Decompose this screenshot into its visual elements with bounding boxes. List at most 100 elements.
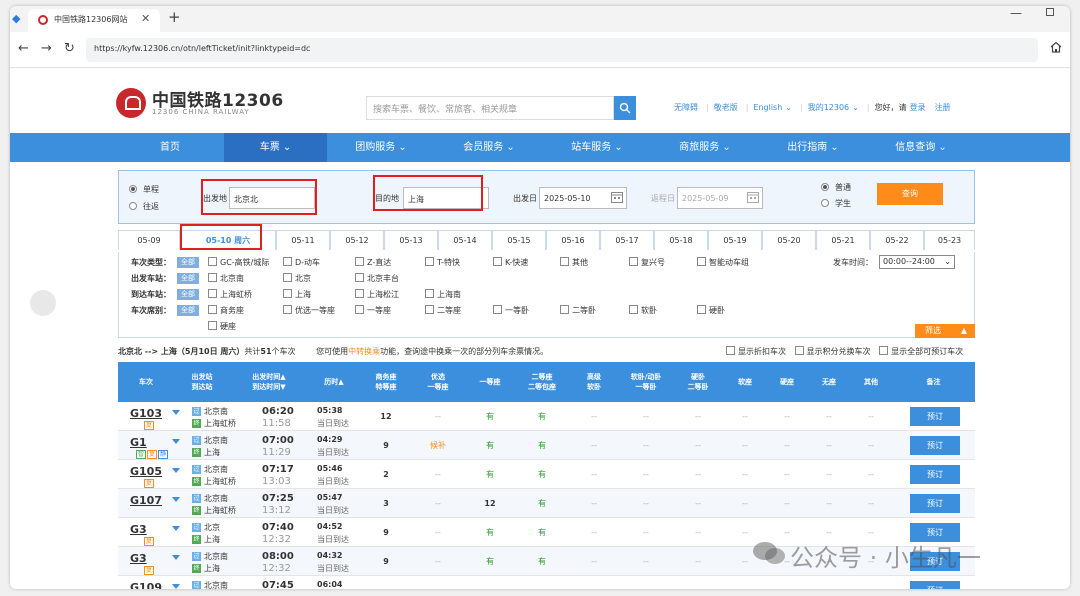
query-button[interactable]: 查询 — [877, 183, 943, 205]
nav-group[interactable]: 团购服务 ⌄ — [327, 133, 435, 162]
date-tab[interactable]: 05-21 — [816, 230, 870, 250]
restore-icon[interactable] — [1046, 8, 1054, 16]
date-tab[interactable]: 05-14 — [438, 230, 492, 250]
expand-stops-icon[interactable] — [172, 439, 180, 444]
language-link[interactable]: English — [753, 103, 782, 112]
nav-info[interactable]: 信息查询 ⌄ — [867, 133, 975, 162]
reload-icon[interactable]: ↻ — [64, 41, 75, 56]
arr-station-checkbox[interactable]: 上海 — [283, 289, 311, 300]
expand-stops-icon[interactable] — [172, 410, 180, 415]
seat-type-checkbox[interactable]: 硬卧 — [697, 305, 725, 316]
seat-type-checkbox[interactable]: 商务座 — [208, 305, 244, 316]
all-bookable-checkbox[interactable]: 显示全部可预订车次 — [879, 347, 963, 356]
arr-station-checkbox[interactable]: 上海虹桥 — [208, 289, 252, 300]
roundtrip-radio[interactable] — [129, 202, 137, 210]
nav-business[interactable]: 商旅服务 ⌄ — [651, 133, 759, 162]
date-tab[interactable]: 05-20 — [762, 230, 816, 250]
expand-stops-icon[interactable] — [172, 468, 180, 473]
train-type-checkbox[interactable]: 复兴号 — [629, 257, 665, 268]
transfer-link[interactable]: 中转换乘 — [348, 347, 380, 356]
date-tab[interactable]: 05-12 — [330, 230, 384, 250]
close-tab-icon[interactable]: ✕ — [141, 12, 150, 25]
expand-stops-icon[interactable] — [172, 497, 180, 502]
seat-all-toggle[interactable]: 全部 — [177, 305, 199, 316]
login-link[interactable]: 登录 — [910, 103, 926, 112]
elder-mode-link[interactable]: 敬老版 — [714, 103, 738, 112]
train-type-checkbox[interactable]: GC-高铁/城际 — [208, 257, 269, 268]
train-number-link[interactable]: G107 — [130, 494, 162, 507]
accessible-link[interactable]: 无障碍 — [674, 103, 698, 112]
url-input[interactable]: https://kyfw.12306.cn/otn/leftTicket/ini… — [86, 38, 1038, 62]
train-type-checkbox[interactable]: 智能动车组 — [697, 257, 749, 268]
forward-icon[interactable]: → — [41, 41, 52, 56]
seat-type-checkbox[interactable]: 一等卧 — [493, 305, 529, 316]
book-button[interactable]: 预订 — [910, 581, 960, 589]
date-tab[interactable]: 05-15 — [492, 230, 546, 250]
date-tab[interactable]: 05-17 — [600, 230, 654, 250]
dep-station-checkbox[interactable]: 北京南 — [208, 273, 244, 284]
column-header[interactable]: 历时▲ — [308, 362, 360, 402]
dep-all-toggle[interactable]: 全部 — [177, 273, 199, 284]
date-tab[interactable]: 05-23 — [924, 230, 975, 250]
calendar-icon[interactable] — [611, 191, 623, 203]
train-number-link[interactable]: G3 — [130, 523, 147, 536]
depart-time-select[interactable]: 00:00--24:00 ⌄ — [879, 255, 955, 269]
arr-all-toggle[interactable]: 全部 — [177, 289, 199, 300]
date-tab[interactable]: 05-18 — [654, 230, 708, 250]
calendar-icon[interactable] — [747, 191, 759, 203]
new-tab-icon[interactable]: + — [168, 8, 181, 26]
nav-member[interactable]: 会员服务 ⌄ — [435, 133, 543, 162]
home-icon[interactable] — [1050, 41, 1062, 53]
nav-home[interactable]: 首页 — [116, 133, 224, 162]
railway-logo-icon[interactable] — [116, 88, 146, 118]
train-number-link[interactable]: G105 — [130, 465, 162, 478]
student-ticket-radio[interactable] — [821, 199, 829, 207]
seat-type-checkbox[interactable]: 软卧 — [629, 305, 657, 316]
expand-stops-icon[interactable] — [172, 555, 180, 560]
normal-ticket-radio[interactable] — [821, 183, 829, 191]
arr-station-checkbox[interactable]: 上海南 — [425, 289, 461, 300]
seat-type-checkbox[interactable]: 一等座 — [355, 305, 391, 316]
browser-tab[interactable]: 中国铁路12306网站 ✕ — [28, 9, 160, 32]
date-tab[interactable]: 05-09 — [118, 230, 180, 250]
date-tab[interactable]: 05-16 — [546, 230, 600, 250]
seat-type-checkbox[interactable]: 优选一等座 — [283, 305, 335, 316]
seat-availability[interactable]: 候补 — [412, 431, 464, 460]
book-button[interactable]: 预订 — [910, 465, 960, 484]
book-button[interactable]: 预订 — [910, 494, 960, 513]
seat-type-checkbox[interactable]: 二等卧 — [560, 305, 596, 316]
oneway-radio[interactable] — [129, 185, 137, 193]
site-search-input[interactable]: 搜索车票、餐饮、常旅客、相关规章 — [366, 96, 614, 120]
arr-station-checkbox[interactable]: 上海松江 — [355, 289, 399, 300]
seat-type-checkbox[interactable]: 硬座 — [208, 321, 236, 332]
train-type-checkbox[interactable]: T-特快 — [425, 257, 460, 268]
train-type-checkbox[interactable]: D-动车 — [283, 257, 320, 268]
dep-station-checkbox[interactable]: 北京丰台 — [355, 273, 399, 284]
date-tab[interactable]: 05-22 — [870, 230, 924, 250]
column-header[interactable]: 出发时间▲ 到达时间▼ — [230, 362, 308, 402]
seat-type-checkbox[interactable]: 二等座 — [425, 305, 461, 316]
book-button[interactable]: 预订 — [910, 436, 960, 455]
back-icon[interactable]: ← — [18, 41, 29, 56]
side-float-button[interactable] — [30, 290, 56, 316]
train-number-link[interactable]: G103 — [130, 407, 162, 420]
expand-stops-icon[interactable] — [172, 526, 180, 531]
train-type-checkbox[interactable]: K-快速 — [493, 257, 528, 268]
nav-station[interactable]: 站车服务 ⌄ — [543, 133, 651, 162]
search-button[interactable] — [614, 96, 636, 120]
points-trains-checkbox[interactable]: 显示积分兑换车次 — [795, 347, 871, 356]
type-all-toggle[interactable]: 全部 — [177, 257, 199, 268]
train-number-link[interactable]: G1 — [130, 436, 147, 449]
discount-trains-checkbox[interactable]: 显示折扣车次 — [726, 347, 786, 356]
my-12306-link[interactable]: 我的12306 — [808, 103, 849, 112]
dep-station-checkbox[interactable]: 北京 — [283, 273, 311, 284]
train-number-link[interactable]: G109 — [130, 581, 162, 589]
date-tab[interactable]: 05-13 — [384, 230, 438, 250]
train-number-link[interactable]: G3 — [130, 552, 147, 565]
expand-stops-icon[interactable] — [172, 584, 180, 589]
date-tab[interactable]: 05-11 — [276, 230, 330, 250]
filter-toggle-button[interactable]: 筛选 ▲ — [915, 324, 975, 338]
minimize-icon[interactable]: — — [1010, 6, 1022, 20]
nav-tickets[interactable]: 车票 ⌄ — [224, 133, 327, 162]
train-type-checkbox[interactable]: Z-直达 — [355, 257, 391, 268]
